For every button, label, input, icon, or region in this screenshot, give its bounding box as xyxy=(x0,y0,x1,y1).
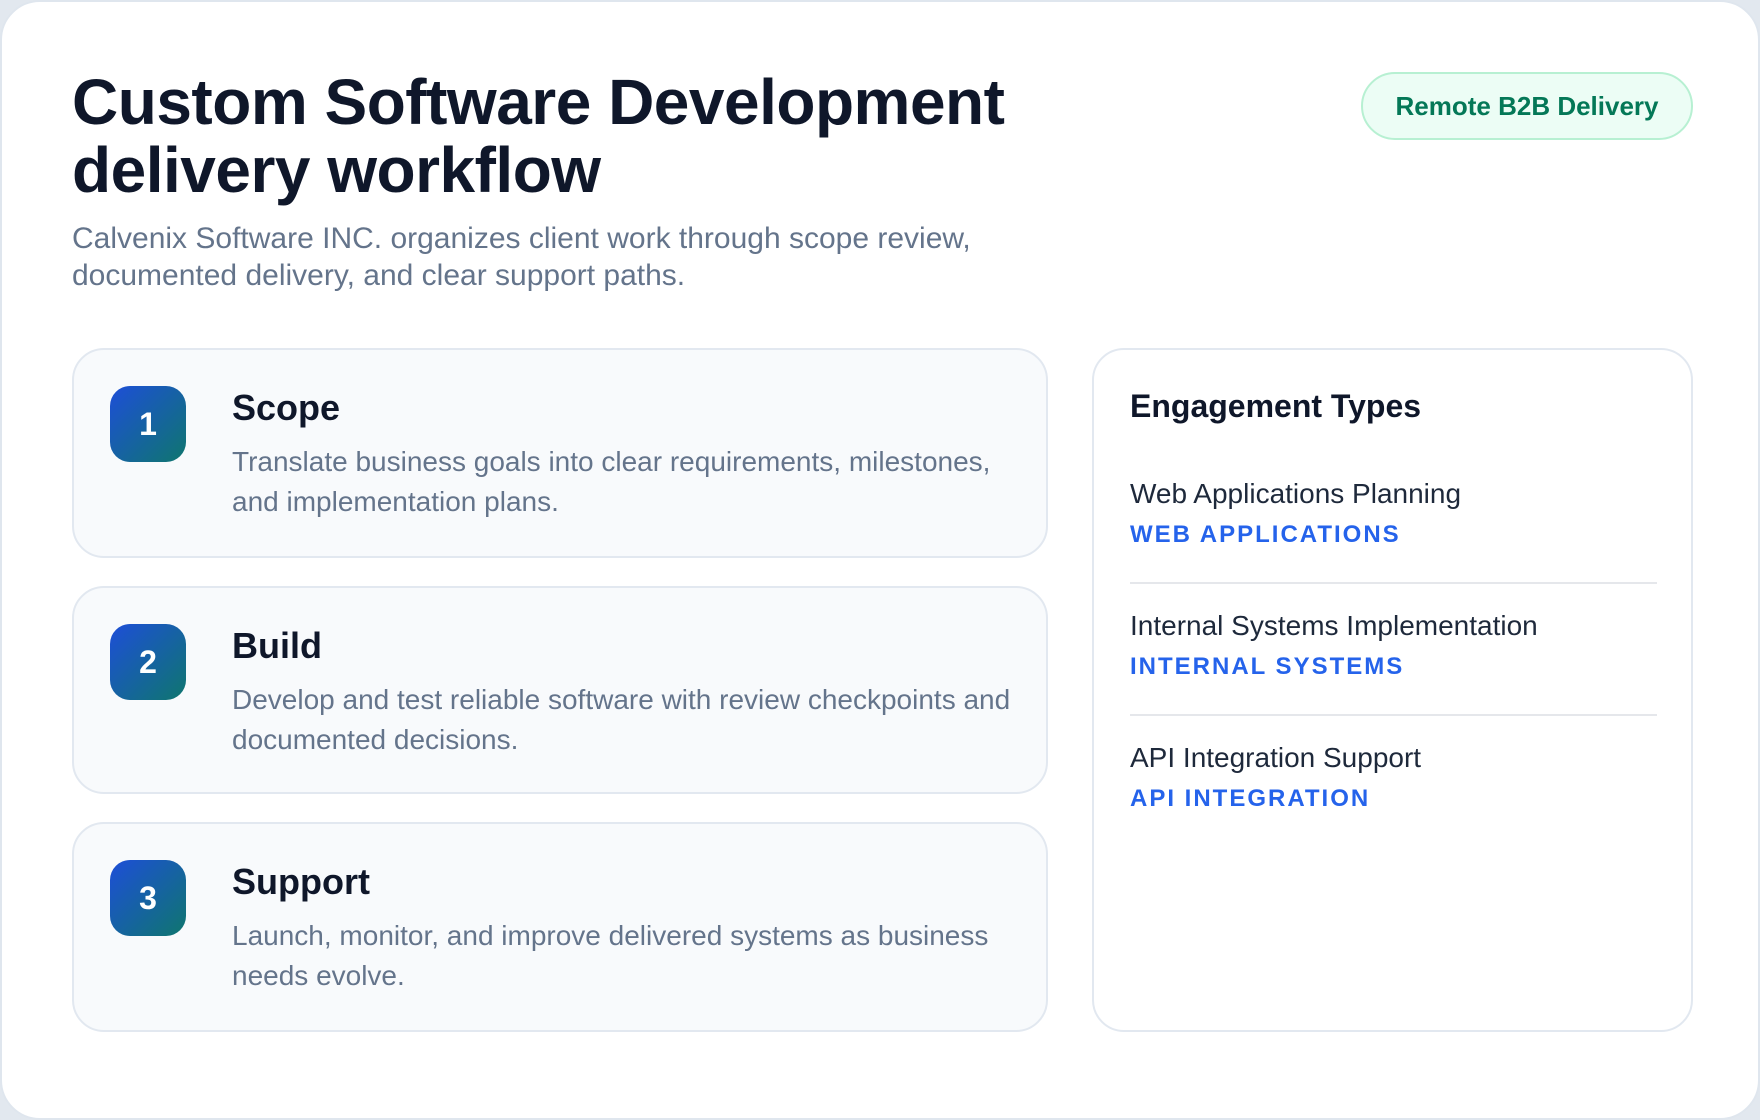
step-description: Launch, monitor, and improve delivered s… xyxy=(232,920,989,991)
step-card-support: 3 Support Launch, monitor, and improve d… xyxy=(72,822,1048,1032)
engagement-item-name: Internal Systems Implementation xyxy=(1130,610,1538,641)
step-number-badge: 3 xyxy=(110,860,186,936)
engagement-types-panel: Engagement Types Web Applications Planni… xyxy=(1092,348,1693,1032)
engagement-item-tag[interactable]: WEB APPLICATIONS xyxy=(1130,520,1657,550)
step-description: Translate business goals into clear requ… xyxy=(232,446,991,517)
engagement-item-name: API Integration Support xyxy=(1130,742,1422,773)
page-title: Custom Software Development delivery wor… xyxy=(72,66,1005,206)
engagement-item-tag[interactable]: INTERNAL SYSTEMS xyxy=(1130,652,1657,682)
step-number-badge: 2 xyxy=(110,624,186,700)
engagement-item-internal-systems: Internal Systems Implementation INTERNAL… xyxy=(1130,608,1657,682)
step-title: Support xyxy=(232,861,370,902)
step-number-badge: 1 xyxy=(110,386,186,462)
engagement-item-api-integration: API Integration Support API INTEGRATION xyxy=(1130,740,1657,814)
workflow-card: Custom Software Development delivery wor… xyxy=(0,0,1760,1120)
step-card-build: 2 Build Develop and test reliable softwa… xyxy=(72,586,1048,794)
engagement-item-web-applications: Web Applications Planning WEB APPLICATIO… xyxy=(1130,476,1657,550)
step-title: Scope xyxy=(232,387,341,428)
step-description: Develop and test reliable software with … xyxy=(232,684,1011,755)
engagement-item-name: Web Applications Planning xyxy=(1130,478,1462,509)
engagement-divider xyxy=(1130,582,1657,584)
step-card-scope: 1 Scope Translate business goals into cl… xyxy=(72,348,1048,558)
step-title: Build xyxy=(232,625,322,666)
page-subtitle: Calvenix Software INC. organizes client … xyxy=(72,222,971,292)
engagement-types-title: Engagement Types xyxy=(1130,388,1422,424)
engagement-divider xyxy=(1130,714,1657,716)
engagement-item-tag[interactable]: API INTEGRATION xyxy=(1130,784,1657,814)
delivery-badge: Remote B2B Delivery xyxy=(1361,72,1693,140)
